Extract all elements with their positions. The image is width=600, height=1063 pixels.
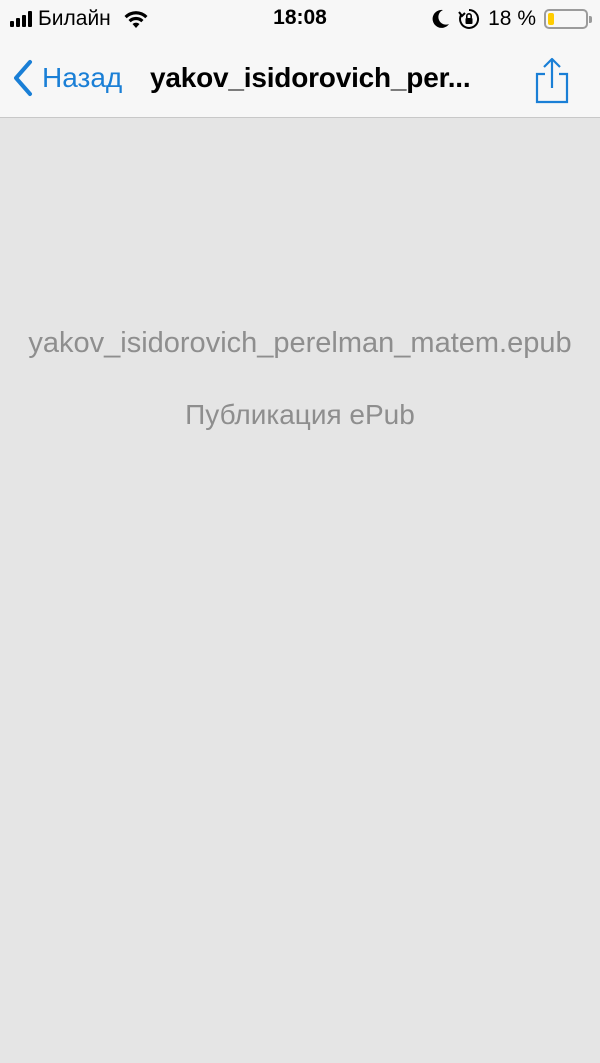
status-bar: Билайн 18:08 18 %	[0, 0, 600, 40]
moon-icon	[432, 9, 450, 28]
file-type: Публикация ePub	[185, 399, 415, 430]
back-label: Назад	[42, 62, 123, 93]
battery-percent: 18 %	[488, 7, 536, 30]
back-button[interactable]: Назад	[12, 58, 122, 98]
share-button[interactable]	[532, 56, 572, 106]
status-right: 18 %	[432, 6, 592, 32]
orientation-lock-icon	[458, 8, 480, 29]
page-title: yakov_isidorovich_per...	[150, 62, 471, 93]
battery-fill	[548, 13, 554, 25]
share-icon	[535, 57, 569, 104]
battery-icon	[544, 9, 592, 29]
navigation-bar: Назад yakov_isidorovich_per...	[0, 40, 600, 118]
chevron-left-icon	[14, 60, 32, 96]
file-name: yakov_isidorovich_perelman_matem.epub	[28, 327, 572, 359]
file-preview-area: yakov_isidorovich_perelman_matem.epub Пу…	[0, 119, 600, 1063]
